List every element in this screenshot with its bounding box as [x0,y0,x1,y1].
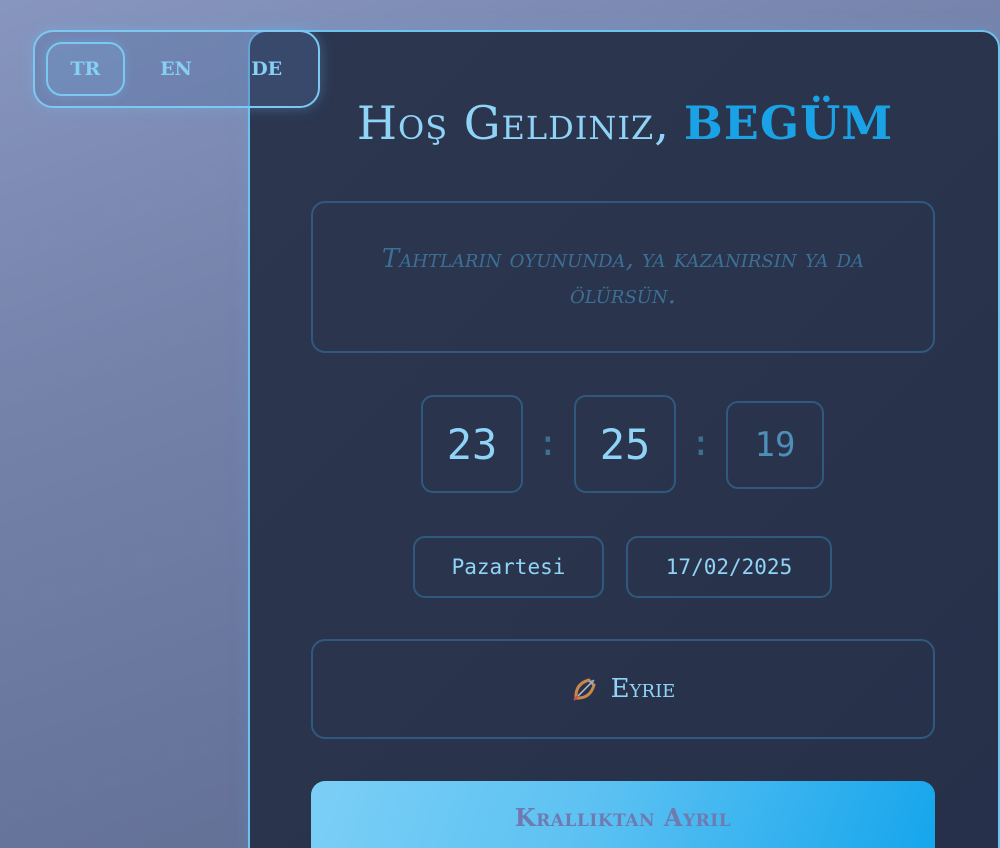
house-name: Eyrie [610,674,676,704]
quote-box: Tahtların oyununda, ya kazanırsın ya da … [311,201,935,353]
clock-minutes: 25 [574,395,676,493]
user-name: BEGÜM [683,96,894,150]
clock-separator-1: : [537,423,559,464]
welcome-greeting: Hoş Geldiniz, [356,96,670,150]
house-box: Eyrie [311,639,935,739]
weekday-badge: Pazartesi [413,536,604,598]
clock-separator-2: : [690,423,712,464]
leave-kingdom-button[interactable]: Krallıktan Ayrıl [311,781,935,848]
date-badge: 17/02/2025 [626,536,832,598]
quote-text: Tahtların oyununda, ya kazanırsın ya da … [381,243,865,310]
clock-seconds: 19 [726,401,824,489]
bow-and-arrow-icon [571,675,599,703]
lang-button-tr[interactable]: TR [46,42,125,96]
leave-kingdom-label: Krallıktan Ayrıl [514,803,732,832]
clock-hours: 23 [421,395,523,493]
lang-button-de[interactable]: DE [227,42,306,96]
welcome-heading: Hoş Geldiniz, BEGÜM [250,96,1000,150]
lang-button-en[interactable]: EN [137,42,216,96]
